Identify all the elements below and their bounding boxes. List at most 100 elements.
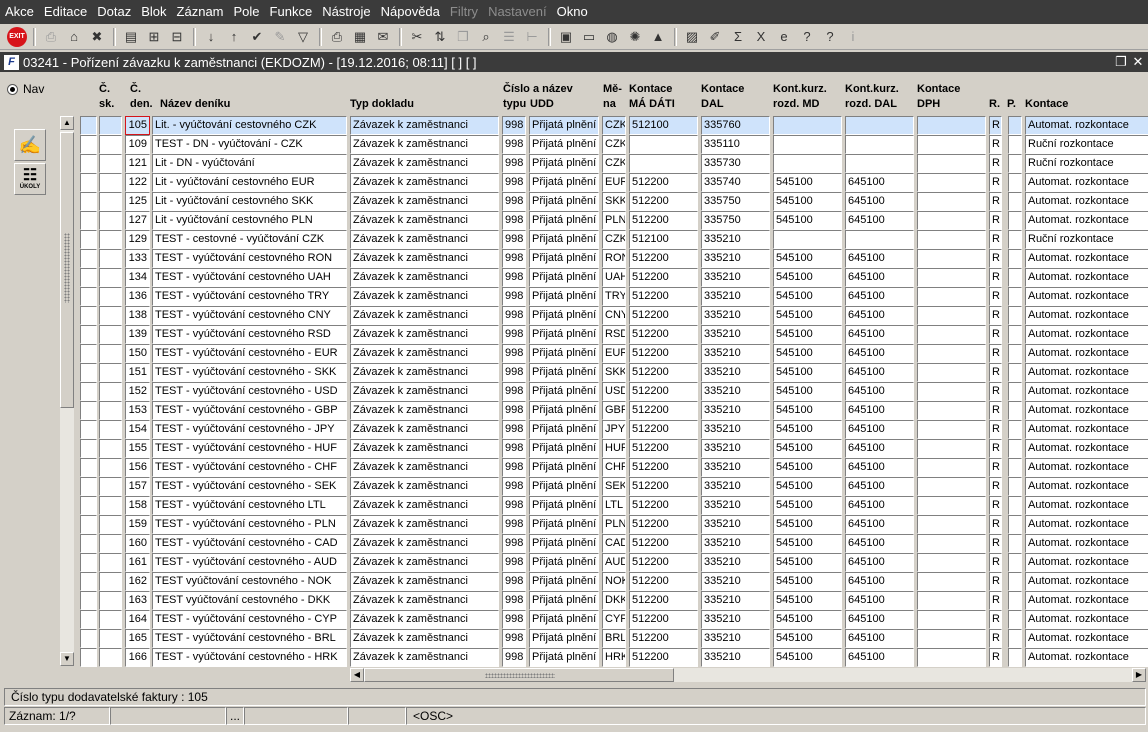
cell-dal[interactable]: 335760: [701, 116, 770, 135]
cell-kdal[interactable]: 645100: [845, 572, 914, 591]
cell-udd[interactable]: Přijatá plnění z: [529, 496, 599, 515]
cell-cis[interactable]: 139: [125, 325, 150, 344]
cell-p[interactable]: [1008, 610, 1022, 629]
cell-nazev[interactable]: Lit. - vyúčtování cestovného CZK: [152, 116, 347, 135]
table-row[interactable]: 105 Lit. - vyúčtování cestovného CZK Závaz…: [0, 116, 1148, 135]
cell-udd[interactable]: Přijatá plnění z: [529, 344, 599, 363]
cell-cis[interactable]: 155: [125, 439, 150, 458]
cell-udd[interactable]: Přijatá plnění z: [529, 382, 599, 401]
cell-r[interactable]: R: [989, 325, 1002, 344]
cell-tc[interactable]: 998: [502, 477, 526, 496]
cell-dal[interactable]: 335750: [701, 211, 770, 230]
cell-sk[interactable]: [99, 268, 122, 287]
cell-kontace[interactable]: Automat. rozkontace: [1025, 515, 1148, 534]
cell-dph[interactable]: [917, 344, 986, 363]
table-row[interactable]: 151 TEST - vyúčtování cestovného - SKK Záv…: [0, 363, 1148, 382]
cell-dal[interactable]: 335730: [701, 154, 770, 173]
paste-icon[interactable]: ⇅: [429, 26, 451, 48]
cell-dal[interactable]: 335210: [701, 287, 770, 306]
cell-dal[interactable]: 335210: [701, 610, 770, 629]
cell-kmd[interactable]: 545100: [773, 591, 842, 610]
cell-typ[interactable]: Závazek k zaměstnanci: [350, 420, 499, 439]
cell-md[interactable]: 512200: [629, 211, 698, 230]
cell-p[interactable]: [1008, 629, 1022, 648]
edit-icon[interactable]: ✐: [704, 26, 726, 48]
cell-ck[interactable]: [80, 230, 97, 249]
cell-dal[interactable]: 335210: [701, 439, 770, 458]
cell-udd[interactable]: Přijatá plnění z: [529, 553, 599, 572]
cell-mena[interactable]: RON: [602, 249, 626, 268]
cell-kontace[interactable]: Automat. rozkontace: [1025, 534, 1148, 553]
cell-sk[interactable]: [99, 306, 122, 325]
print-setup-icon[interactable]: ▦: [349, 26, 371, 48]
cell-kdal[interactable]: 645100: [845, 211, 914, 230]
cell-p[interactable]: [1008, 591, 1022, 610]
cell-kmd[interactable]: 545100: [773, 629, 842, 648]
cell-udd[interactable]: Přijatá plnění z: [529, 135, 599, 154]
restore-window-icon[interactable]: ❐: [1114, 54, 1128, 70]
cell-ck[interactable]: [80, 458, 97, 477]
cell-kdal[interactable]: 645100: [845, 496, 914, 515]
chart-icon[interactable]: ▨: [681, 26, 703, 48]
exit-button[interactable]: EXIT: [6, 26, 28, 48]
cell-kontace[interactable]: Automat. rozkontace: [1025, 325, 1148, 344]
cell-ck[interactable]: [80, 648, 97, 667]
cell-typ[interactable]: Závazek k zaměstnanci: [350, 477, 499, 496]
table-row[interactable]: 156 TEST - vyúčtování cestovného - CHF Záv…: [0, 458, 1148, 477]
cell-p[interactable]: [1008, 268, 1022, 287]
cell-kontace[interactable]: Automat. rozkontace: [1025, 382, 1148, 401]
cell-r[interactable]: R: [989, 116, 1002, 135]
cell-dph[interactable]: [917, 458, 986, 477]
cell-ck[interactable]: [80, 287, 97, 306]
save-icon[interactable]: ▭: [578, 26, 600, 48]
cell-mena[interactable]: CZK: [602, 116, 626, 135]
cell-dal[interactable]: 335210: [701, 382, 770, 401]
cell-md[interactable]: 512200: [629, 439, 698, 458]
globe-icon[interactable]: ◍: [601, 26, 623, 48]
cell-kmd[interactable]: 545100: [773, 249, 842, 268]
cell-udd[interactable]: Přijatá plnění z: [529, 629, 599, 648]
cell-dal[interactable]: 335210: [701, 363, 770, 382]
cell-kdal[interactable]: 645100: [845, 591, 914, 610]
cell-kontace[interactable]: Automat. rozkontace: [1025, 591, 1148, 610]
cell-cis[interactable]: 122: [125, 173, 150, 192]
cell-typ[interactable]: Závazek k zaměstnanci: [350, 629, 499, 648]
cell-typ[interactable]: Závazek k zaměstnanci: [350, 382, 499, 401]
delete-record-icon[interactable]: ✖: [86, 26, 108, 48]
menu-dotaz[interactable]: Dotaz: [92, 0, 136, 24]
cell-kontace[interactable]: Automat. rozkontace: [1025, 344, 1148, 363]
home-icon[interactable]: ⌂: [63, 26, 85, 48]
cell-kmd[interactable]: [773, 135, 842, 154]
cell-udd[interactable]: Přijatá plnění z: [529, 192, 599, 211]
cell-cis[interactable]: 156: [125, 458, 150, 477]
cell-kontace[interactable]: Automat. rozkontace: [1025, 287, 1148, 306]
cell-r[interactable]: R: [989, 553, 1002, 572]
cell-md[interactable]: 512200: [629, 420, 698, 439]
cell-tc[interactable]: 998: [502, 629, 526, 648]
cell-nazev[interactable]: TEST - vyúčtování cestovného - SKK: [152, 363, 347, 382]
cell-dal[interactable]: 335210: [701, 591, 770, 610]
cell-udd[interactable]: Přijatá plnění z: [529, 515, 599, 534]
cell-mena[interactable]: CZK: [602, 154, 626, 173]
cell-nazev[interactable]: TEST - vyúčtování cestovného - GBP: [152, 401, 347, 420]
cell-ck[interactable]: [80, 211, 97, 230]
cell-md[interactable]: 512200: [629, 306, 698, 325]
cell-kdal[interactable]: 645100: [845, 268, 914, 287]
cell-kmd[interactable]: [773, 116, 842, 135]
table-row[interactable]: 136 TEST - vyúčtování cestovného TRY Závaz…: [0, 287, 1148, 306]
table-row[interactable]: 134 TEST - vyúčtování cestovného UAH Závaz…: [0, 268, 1148, 287]
cell-dph[interactable]: [917, 135, 986, 154]
cell-kdal[interactable]: 645100: [845, 249, 914, 268]
table-row[interactable]: 157 TEST - vyúčtování cestovného - SEK Záv…: [0, 477, 1148, 496]
scroll-left-icon[interactable]: ◀: [350, 668, 364, 682]
cell-kdal[interactable]: 645100: [845, 534, 914, 553]
cell-udd[interactable]: Přijatá plnění z: [529, 648, 599, 667]
cell-dph[interactable]: [917, 192, 986, 211]
cell-dal[interactable]: 335210: [701, 515, 770, 534]
cell-kontace[interactable]: Automat. rozkontace: [1025, 572, 1148, 591]
cell-dal[interactable]: 335210: [701, 648, 770, 667]
cell-nazev[interactable]: Lit - DN - vyúčtování: [152, 154, 347, 173]
menu-nastroje[interactable]: Nástroje: [317, 0, 375, 24]
table-row[interactable]: 161 TEST - vyúčtování cestovného - AUD Záv…: [0, 553, 1148, 572]
cell-typ[interactable]: Závazek k zaměstnanci: [350, 116, 499, 135]
